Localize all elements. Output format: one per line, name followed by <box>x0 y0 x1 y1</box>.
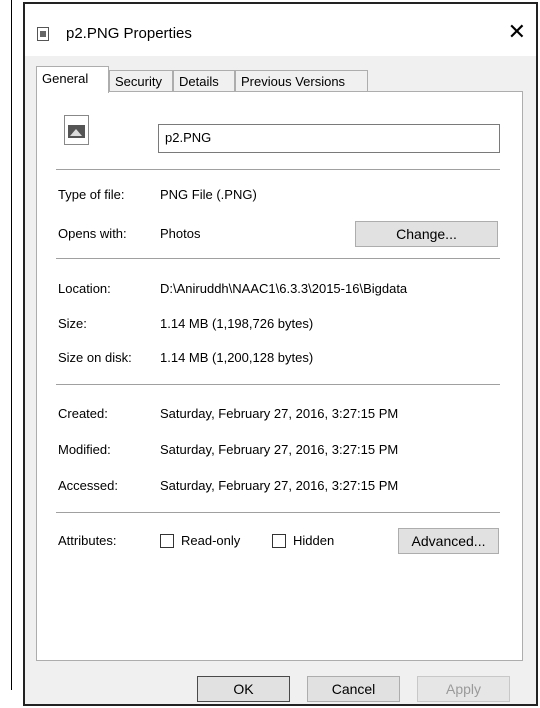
size-on-disk-label: Size on disk: <box>58 350 132 365</box>
window-title: p2.PNG Properties <box>66 25 192 42</box>
apply-button[interactable]: Apply <box>417 676 510 702</box>
advanced-button[interactable]: Advanced... <box>398 528 499 554</box>
tab-general[interactable]: General <box>36 66 109 93</box>
size-label: Size: <box>58 316 87 331</box>
separator <box>56 169 500 170</box>
file-icon <box>37 27 49 41</box>
separator <box>56 258 500 259</box>
attributes-label: Attributes: <box>58 533 117 548</box>
title-bar[interactable]: p2.PNG Properties ✕ <box>25 4 536 56</box>
opens-with-value: Photos <box>160 226 201 241</box>
separator <box>56 512 500 513</box>
properties-dialog: p2.PNG Properties ✕ General Security Det… <box>23 2 538 706</box>
ok-button[interactable]: OK <box>197 676 290 702</box>
modified-label: Modified: <box>58 442 111 457</box>
background-window-edge <box>0 0 12 690</box>
cancel-button[interactable]: Cancel <box>307 676 400 702</box>
modified-value: Saturday, February 27, 2016, 3:27:15 PM <box>160 442 399 457</box>
image-file-icon <box>64 115 89 145</box>
separator <box>56 384 500 385</box>
created-value: Saturday, February 27, 2016, 3:27:15 PM <box>160 406 399 421</box>
file-name-input[interactable]: p2.PNG <box>158 124 500 153</box>
hidden-label[interactable]: Hidden <box>293 533 334 548</box>
type-label: Type of file: <box>58 187 125 202</box>
created-label: Created: <box>58 406 108 421</box>
close-icon[interactable]: ✕ <box>508 19 526 45</box>
read-only-label[interactable]: Read-only <box>181 533 240 548</box>
read-only-checkbox[interactable] <box>160 534 174 548</box>
size-on-disk-value: 1.14 MB (1,200,128 bytes) <box>160 350 314 365</box>
accessed-label: Accessed: <box>58 478 118 493</box>
type-value: PNG File (.PNG) <box>160 187 257 202</box>
opens-with-label: Opens with: <box>58 226 127 241</box>
tab-security[interactable]: Security <box>109 70 173 92</box>
accessed-value: Saturday, February 27, 2016, 3:27:15 PM <box>160 478 399 493</box>
tab-previous-versions[interactable]: Previous Versions <box>235 70 368 92</box>
location-label: Location: <box>58 281 111 296</box>
hidden-checkbox[interactable] <box>272 534 286 548</box>
general-panel: p2.PNG Type of file: PNG File (.PNG) Ope… <box>36 91 523 661</box>
location-value: D:\Aniruddh\NAAC1\6.3.3\2015-16\Bigdata <box>160 281 408 296</box>
tab-details[interactable]: Details <box>173 70 235 92</box>
change-button[interactable]: Change... <box>355 221 498 247</box>
size-value: 1.14 MB (1,198,726 bytes) <box>160 316 314 331</box>
